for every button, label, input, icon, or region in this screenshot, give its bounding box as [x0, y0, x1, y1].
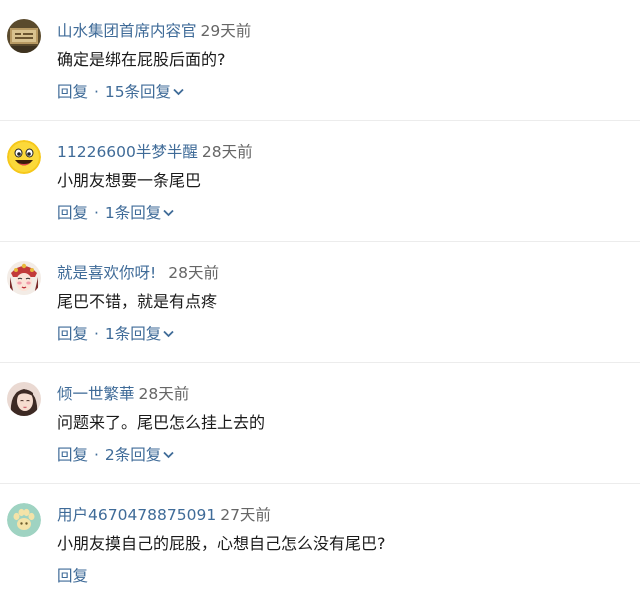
- view-replies-button[interactable]: 1条回复: [105, 204, 174, 222]
- comment-time: 28天前: [201, 143, 253, 161]
- separator-dot: ·: [93, 83, 99, 101]
- comment-meta: 山水集团首席内容官 29天前: [57, 20, 251, 42]
- comment-text: 尾巴不错，就是有点疼: [57, 292, 218, 311]
- comment-item: 倾一世繁華 28天前 问题来了。尾巴怎么挂上去的 回复 · 2条回复: [0, 363, 640, 484]
- chevron-down-icon: [173, 88, 184, 95]
- comment-item: 用户4670478875091 27天前 小朋友摸自己的屁股，心想自己怎么没有尾巴…: [0, 484, 640, 598]
- comment-meta: 用户4670478875091 27天前: [57, 504, 271, 526]
- comment-meta: 倾一世繁華 28天前: [57, 383, 189, 405]
- comment-actions: 回复 · 15条回复: [57, 81, 184, 103]
- portrait-avatar-icon[interactable]: [7, 382, 41, 416]
- comment-list: 山水集团首席内容官 29天前 确定是绑在屁股后面的? 回复 · 15条回复 112…: [0, 0, 640, 598]
- reply-button[interactable]: 回复: [57, 325, 88, 343]
- separator-dot: ·: [93, 325, 99, 343]
- comment-item: 就是喜欢你呀! 28天前 尾巴不错，就是有点疼 回复 · 1条回复: [0, 242, 640, 363]
- comment-text: 小朋友想要一条尾巴: [57, 171, 202, 190]
- chevron-down-icon: [163, 451, 174, 458]
- view-replies-button[interactable]: 15条回复: [105, 83, 184, 101]
- comment-time: 28天前: [168, 264, 219, 282]
- replies-count-label: 1条回复: [104, 204, 162, 222]
- separator-dot: ·: [93, 204, 99, 222]
- username-link[interactable]: 山水集团首席内容官: [57, 22, 197, 40]
- comment-actions: 回复 · 1条回复: [57, 323, 174, 345]
- view-replies-button[interactable]: 1条回复: [105, 325, 174, 343]
- reply-button[interactable]: 回复: [57, 83, 88, 101]
- comment-meta: 11226600半梦半醒 28天前: [57, 141, 253, 163]
- username-link[interactable]: 就是喜欢你呀!: [57, 264, 156, 282]
- chevron-down-icon: [163, 209, 174, 216]
- comment-text: 确定是绑在屁股后面的?: [57, 50, 226, 69]
- username-link[interactable]: 倾一世繁華: [57, 385, 135, 403]
- comment-time: 27天前: [220, 506, 271, 524]
- comment-actions: 回复 · 2条回复: [57, 444, 174, 466]
- comment-time: 28天前: [138, 385, 190, 403]
- view-replies-button[interactable]: 2条回复: [105, 446, 174, 464]
- replies-count-label: 15条回复: [104, 83, 172, 101]
- separator-dot: ·: [93, 446, 99, 464]
- reply-button[interactable]: 回复: [57, 204, 88, 222]
- comment-text: 问题来了。尾巴怎么挂上去的: [57, 413, 266, 432]
- username-link[interactable]: 11226600半梦半醒: [57, 143, 198, 161]
- opera-character-icon[interactable]: [7, 261, 41, 295]
- comment-actions: 回复 · 1条回复: [57, 202, 174, 224]
- username-link[interactable]: 用户4670478875091: [57, 506, 216, 524]
- replies-count-label: 2条回复: [104, 446, 162, 464]
- chevron-down-icon: [163, 330, 174, 337]
- comment-actions: 回复: [57, 565, 88, 587]
- photo-avatar-icon[interactable]: [7, 19, 41, 53]
- comment-time: 29天前: [200, 22, 252, 40]
- replies-count-label: 1条回复: [104, 325, 162, 343]
- comment-item: 山水集团首席内容官 29天前 确定是绑在屁股后面的? 回复 · 15条回复: [0, 0, 640, 121]
- reply-button[interactable]: 回复: [57, 446, 88, 464]
- smiley-face-icon[interactable]: [7, 140, 41, 174]
- comment-text: 小朋友摸自己的屁股，心想自己怎么没有尾巴?: [57, 534, 386, 553]
- paw-avatar-icon[interactable]: [7, 503, 41, 537]
- comment-meta: 就是喜欢你呀! 28天前: [57, 262, 219, 284]
- reply-button[interactable]: 回复: [57, 567, 88, 585]
- comment-item: 11226600半梦半醒 28天前 小朋友想要一条尾巴 回复 · 1条回复: [0, 121, 640, 242]
